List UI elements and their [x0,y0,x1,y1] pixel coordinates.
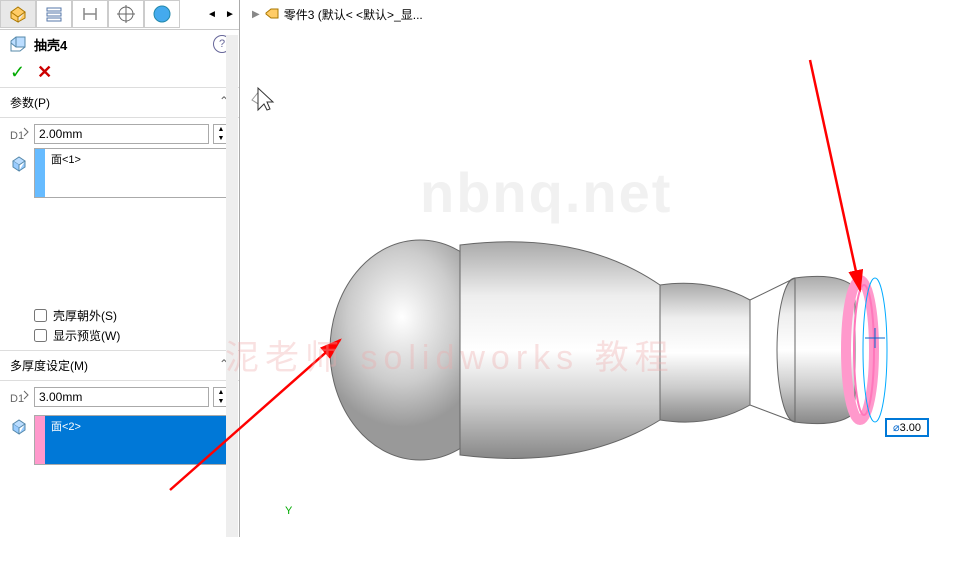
face-bar [35,149,45,197]
svg-text:D1: D1 [10,393,24,405]
origin-y-label: Y [285,505,292,517]
globe-icon [152,4,172,24]
multi-body: D1 ▲ ▼ 面<2> [0,381,239,573]
list-icon [44,4,64,24]
config-tab[interactable] [36,0,72,28]
cursor-icon [258,88,273,110]
arrow-annotation [810,60,860,290]
target-icon [116,4,136,24]
dim-value: 3.00 [900,422,921,434]
d1-icon: D1 [10,125,30,143]
face-bar [35,416,45,464]
chevron-right-icon: ▶ [252,9,260,20]
face-select-icon [10,154,30,304]
ok-button[interactable]: ✓ [10,62,25,83]
thickness-input[interactable] [34,124,209,144]
shell-outward-label: 壳厚朝外(S) [53,307,117,324]
dimension-label[interactable]: ⌀3.00 [885,418,929,437]
multi-thickness-input[interactable] [34,387,209,407]
box-icon [8,4,28,24]
breadcrumb: ▶ 零件3 (默认< <默认>_显... [240,0,979,29]
multi-title: 多厚度设定(M) [10,357,88,374]
feature-tab[interactable] [0,0,36,28]
feature-title: 抽壳4 [34,35,67,54]
target-tab[interactable] [108,0,144,28]
panel-scrollbar[interactable] [226,35,238,537]
tab-prev[interactable]: ◄ [203,0,221,28]
params-body: D1 ▲ ▼ 面<1> 壳厚朝外(S) 显示预览(W) [0,118,239,350]
model-view[interactable] [240,30,979,537]
show-preview-label: 显示预览(W) [53,327,120,344]
part-icon [264,7,280,23]
params-header[interactable]: 参数(P) ⌃ [0,87,239,118]
show-preview-checkbox[interactable] [34,329,47,342]
part-name[interactable]: 零件3 (默认< <默认>_显... [284,6,423,23]
feature-header: 抽壳4 ? [0,30,239,58]
face-item[interactable]: 面<1> [45,149,228,197]
face-select-icon [10,417,30,567]
dim-icon [80,4,100,24]
d1-icon: D1 [10,388,30,406]
cancel-button[interactable]: ✕ [37,62,52,83]
svg-text:D1: D1 [10,130,24,142]
shell-icon [8,34,28,54]
confirm-row: ✓ ✕ [0,58,239,87]
multi-face-list[interactable]: 面<2> [34,415,229,465]
face-item[interactable]: 面<2> [45,416,228,464]
property-panel: ◄ ► 抽壳4 ? ✓ ✕ 参数(P) ⌃ D1 ▲ ▼ 面<1> [0,0,240,537]
face-list[interactable]: 面<1> [34,148,229,198]
params-title: 参数(P) [10,94,50,111]
panel-tabs: ◄ ► [0,0,239,30]
globe-tab[interactable] [144,0,180,28]
dim-tab[interactable] [72,0,108,28]
tab-next[interactable]: ► [221,0,239,28]
shell-outward-checkbox[interactable] [34,309,47,322]
viewport[interactable]: ▶ 零件3 (默认< <默认>_显... nbnq.net 泥老师 solidw… [240,0,979,537]
multi-header[interactable]: 多厚度设定(M) ⌃ [0,350,239,381]
